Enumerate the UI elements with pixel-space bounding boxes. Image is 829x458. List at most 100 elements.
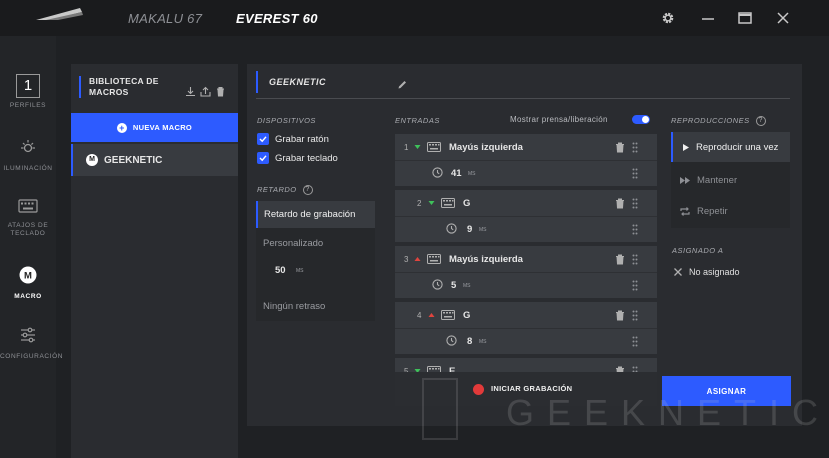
- minimize-icon[interactable]: [700, 10, 716, 26]
- custom-delay-value[interactable]: 50: [275, 265, 286, 276]
- library-actions: [185, 86, 226, 97]
- entries-title: ENTRADAS: [395, 116, 440, 125]
- download-icon[interactable]: [185, 86, 196, 97]
- entry-key: G: [463, 198, 471, 209]
- divider: [395, 272, 657, 273]
- trash-icon[interactable]: [615, 254, 625, 265]
- divider: [256, 98, 790, 99]
- nav-label: CONFIGURACIÓN: [0, 353, 64, 360]
- entry-delay-value[interactable]: 41: [451, 168, 462, 179]
- macro-list-item[interactable]: M GEEKNETIC: [71, 144, 238, 176]
- help-icon[interactable]: ?: [755, 116, 766, 127]
- delay-option-recorded[interactable]: Retardo de grabación: [256, 201, 375, 228]
- svg-text:M: M: [24, 271, 32, 282]
- upload-icon[interactable]: [200, 86, 211, 97]
- drag-handle-icon[interactable]: [632, 198, 638, 209]
- tab-everest[interactable]: EVEREST 60: [236, 11, 318, 26]
- playback-options: Reproducir una vez Mantener Repetir: [671, 132, 790, 228]
- brand-logo-icon: [36, 8, 83, 20]
- nav-item-macro[interactable]: M MACRO: [0, 266, 56, 301]
- delay-option-none[interactable]: Ningún retraso: [256, 301, 375, 312]
- entry-delay-value[interactable]: 8: [467, 336, 472, 347]
- entry-delay-value[interactable]: 9: [467, 224, 472, 235]
- nav-label: PERFILES: [9, 102, 47, 109]
- entry-row[interactable]: 1 Mayús izquierda 41 MS: [395, 134, 657, 186]
- assigned-title: ASIGNADO A: [672, 246, 724, 255]
- sun-icon: [21, 140, 35, 153]
- help-icon[interactable]: ?: [302, 185, 313, 196]
- drag-handle-icon[interactable]: [632, 224, 638, 235]
- keyboard-icon: [427, 254, 441, 264]
- nav-item-configuracion[interactable]: CONFIGURACIÓN: [0, 326, 64, 361]
- sliders-icon: [21, 327, 35, 343]
- nav-label: ATAJOS DE TECLADO: [7, 222, 49, 237]
- entry-delay-unit: MS: [479, 339, 487, 345]
- macro-name-field[interactable]: GEEKNETIC: [256, 71, 326, 93]
- keyboard-icon: [18, 199, 38, 213]
- playback-option-label: Mantener: [697, 174, 738, 186]
- start-recording-button[interactable]: INICIAR GRABACIÓN: [395, 372, 657, 406]
- trash-icon[interactable]: [615, 198, 625, 209]
- playback-option-label: Repetir: [697, 205, 728, 217]
- trash-icon[interactable]: [215, 86, 226, 97]
- clock-icon: [446, 335, 457, 346]
- entry-delay-value[interactable]: 5: [451, 280, 456, 291]
- divider: [395, 160, 657, 161]
- record-keyboard-label: Grabar teclado: [275, 152, 338, 164]
- playback-option-repeat[interactable]: Repetir: [671, 196, 790, 226]
- drag-handle-icon[interactable]: [632, 168, 638, 179]
- x-icon: [674, 268, 682, 276]
- entry-row[interactable]: 4 G 8 MS: [395, 302, 657, 354]
- drag-handle-icon[interactable]: [632, 336, 638, 347]
- macro-m-icon: M: [19, 266, 37, 284]
- gear-icon[interactable]: [660, 10, 676, 26]
- delay-option-custom[interactable]: Personalizado: [256, 238, 375, 249]
- entry-key: Mayús izquierda: [449, 254, 523, 265]
- keyboard-icon: [427, 142, 441, 152]
- title-bar: MAKALU 67 EVEREST 60: [0, 0, 829, 36]
- start-recording-label: INICIAR GRABACIÓN: [491, 384, 573, 393]
- arrow-up-icon: [428, 313, 435, 317]
- trash-icon[interactable]: [615, 310, 625, 321]
- custom-delay-unit: MS: [296, 268, 304, 274]
- entry-row[interactable]: 2 G 9 MS: [395, 190, 657, 242]
- drag-handle-icon[interactable]: [632, 254, 638, 265]
- new-macro-button[interactable]: + NUEVA MACRO: [71, 113, 238, 142]
- trash-icon[interactable]: [615, 142, 625, 153]
- close-icon[interactable]: [775, 10, 791, 26]
- playback-title-text: REPRODUCCIONES: [671, 116, 750, 125]
- clock-icon: [446, 223, 457, 234]
- playback-option-once[interactable]: Reproducir una vez: [671, 132, 790, 162]
- drag-handle-icon[interactable]: [632, 280, 638, 291]
- maximize-icon[interactable]: [737, 10, 753, 26]
- drag-handle-icon[interactable]: [632, 310, 638, 321]
- drag-handle-icon[interactable]: [632, 142, 638, 153]
- tab-makalu[interactable]: MAKALU 67: [128, 11, 202, 26]
- show-press-release-toggle[interactable]: [632, 115, 650, 124]
- arrow-down-icon: [428, 201, 435, 205]
- macro-library-panel: BIBLIOTECA DE MACROS + NUEVA MACRO M GEE…: [71, 64, 238, 458]
- nav-item-perfiles[interactable]: 1 PERFILES: [0, 74, 56, 110]
- entry-number: 2: [417, 199, 422, 208]
- play-icon: [683, 143, 689, 151]
- clock-icon: [432, 167, 443, 178]
- keyboard-icon: [441, 198, 455, 208]
- record-mouse-checkbox[interactable]: Grabar ratón: [257, 133, 329, 145]
- nav-item-iluminacion[interactable]: ILUMINACIÓN: [0, 138, 56, 173]
- playback-option-hold[interactable]: Mantener: [671, 165, 790, 195]
- playback-title: REPRODUCCIONES?: [671, 116, 766, 127]
- nav-item-atajos[interactable]: ATAJOS DE TECLADO: [0, 199, 56, 238]
- macro-item-name: GEEKNETIC: [104, 154, 163, 166]
- record-keyboard-checkbox[interactable]: Grabar teclado: [257, 152, 338, 164]
- playback-option-label: Reproducir una vez: [696, 141, 779, 153]
- delay-title: RETARDO?: [257, 185, 313, 196]
- nav-label: ILUMINACIÓN: [3, 165, 53, 172]
- assign-button[interactable]: ASIGNAR: [662, 376, 791, 406]
- delay-title-text: RETARDO: [257, 185, 297, 194]
- entry-row[interactable]: 3 Mayús izquierda 5 MS: [395, 246, 657, 298]
- pencil-icon[interactable]: [397, 79, 408, 90]
- new-macro-label: NUEVA MACRO: [132, 123, 193, 132]
- keyboard-icon: [441, 310, 455, 320]
- delay-options: Retardo de grabación Personalizado 50 MS…: [256, 201, 375, 321]
- entry-number: 1: [404, 143, 409, 152]
